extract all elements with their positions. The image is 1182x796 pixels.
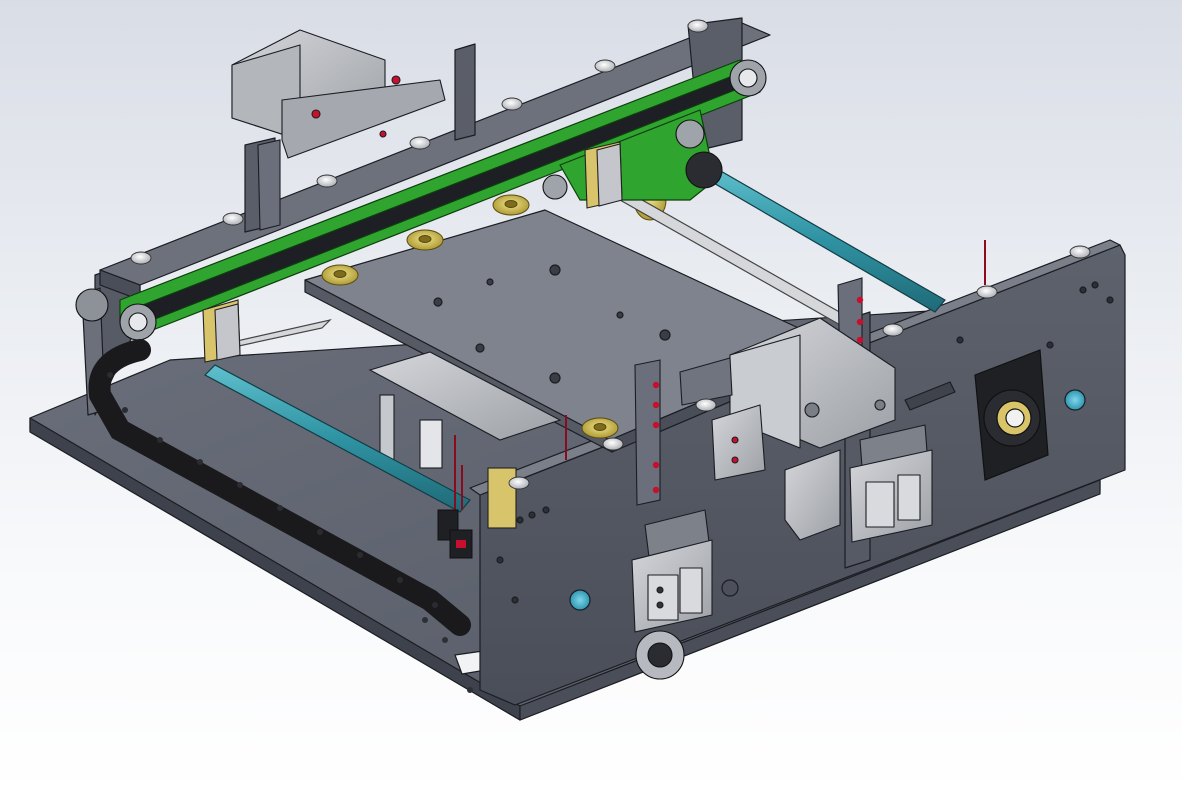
cad-model	[29, 17, 1126, 721]
gripper-right	[849, 424, 933, 543]
cad-viewport[interactable]	[0, 0, 1182, 796]
